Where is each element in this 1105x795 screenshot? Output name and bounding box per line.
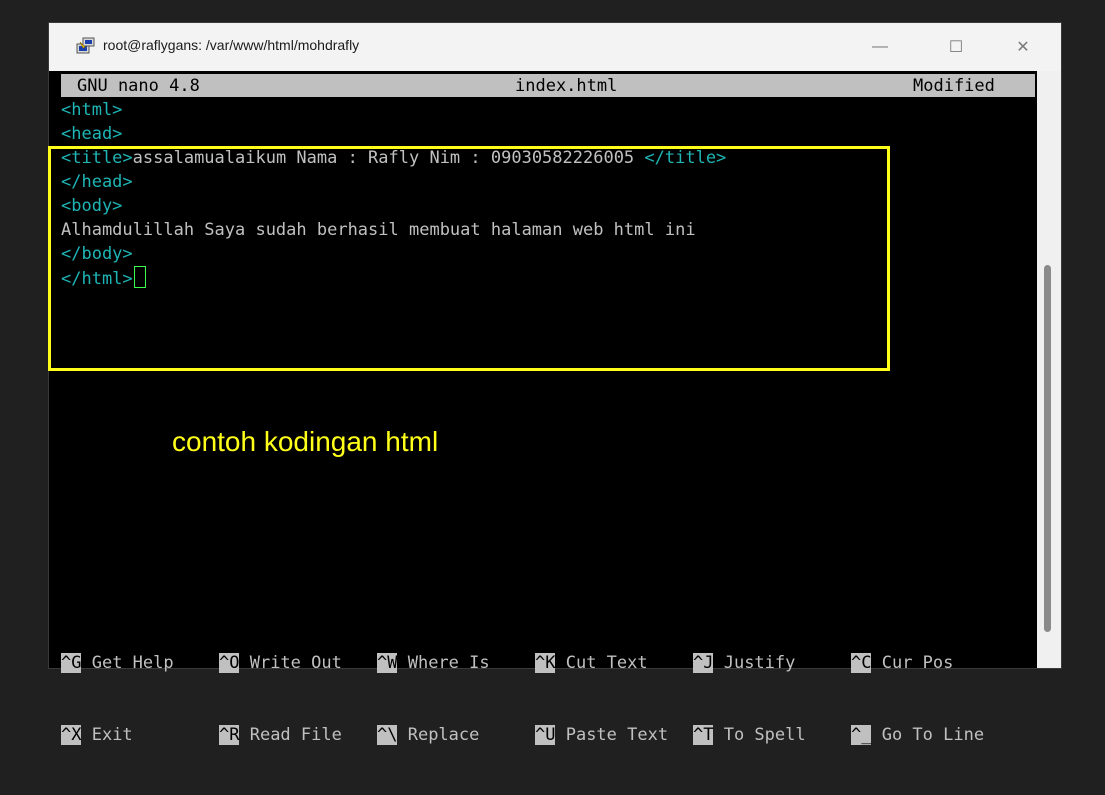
shortcut-key: ^O [219, 653, 240, 673]
title-bar[interactable]: root@raflygans: /var/www/html/mohdrafly … [49, 23, 1061, 71]
shortcut-label: Paste Text [555, 725, 669, 745]
nano-version: GNU nano 4.8 [77, 76, 200, 96]
shortcut-label: Go To Line [871, 725, 985, 745]
shortcut-row-1: ^G Get Help ^O Write Out ^W Where Is ^K Cut… [61, 651, 1035, 675]
shortcut-row-2: ^X Exit ^R Read File ^\ Replace ^U Paste Te… [61, 723, 1035, 747]
editor-line[interactable]: <html> [61, 98, 1031, 122]
shortcut-label: Where Is [397, 653, 490, 673]
shortcut-item: ^_ Go To Line [851, 723, 984, 747]
shortcut-label: Replace [397, 725, 480, 745]
shortcut-key: ^J [693, 653, 714, 673]
maximize-button[interactable]: ☐ [933, 23, 979, 71]
shortcut-label: Cur Pos [871, 653, 954, 673]
close-button[interactable]: ✕ [1000, 23, 1046, 71]
terminal-area[interactable]: GNU nano 4.8 index.html Modified <html> <… [48, 71, 1037, 745]
terminal-window: root@raflygans: /var/www/html/mohdrafly … [48, 23, 1061, 745]
annotation-label: contoh kodingan html [172, 426, 439, 457]
shortcut-key: ^T [693, 725, 714, 745]
minimize-button[interactable]: — [857, 23, 903, 71]
shortcut-key: ^\ [377, 725, 398, 745]
nano-status: Modified [913, 76, 995, 96]
highlight-box [48, 146, 890, 371]
shortcut-item: ^O Write Out [219, 651, 342, 675]
shortcut-label: To Spell [713, 725, 806, 745]
shortcut-item: ^C Cur Pos [851, 651, 953, 675]
shortcut-key: ^W [377, 653, 398, 673]
html-tag-token: <html> [61, 100, 123, 120]
editor-line[interactable]: <head> [61, 122, 1031, 146]
nano-filename: index.html [515, 76, 618, 96]
shortcut-item: ^T To Spell [693, 723, 806, 747]
shortcut-label: Read File [239, 725, 342, 745]
shortcut-item: ^\ Replace [377, 723, 479, 747]
shortcut-key: ^K [535, 653, 556, 673]
shortcut-label: Exit [81, 725, 133, 745]
shortcut-label: Cut Text [555, 653, 648, 673]
putty-icon [76, 37, 95, 54]
window-title: root@raflygans: /var/www/html/mohdrafly [103, 37, 360, 53]
vertical-scrollbar[interactable] [1037, 71, 1061, 668]
shortcut-key: ^R [219, 725, 240, 745]
shortcut-key: ^X [61, 725, 82, 745]
shortcut-item: ^K Cut Text [535, 651, 648, 675]
shortcut-item: ^J Justify [693, 651, 795, 675]
shortcut-item: ^X Exit [61, 723, 133, 747]
html-tag-token: <head> [61, 124, 123, 144]
shortcut-item: ^U Paste Text [535, 723, 668, 747]
scrollbar-thumb[interactable] [1044, 265, 1051, 632]
shortcut-label: Justify [713, 653, 796, 673]
shortcut-item: ^R Read File [219, 723, 342, 747]
shortcut-bar: ^G Get Help ^O Write Out ^W Where Is ^K Cut… [61, 603, 1035, 795]
nano-header-bar: GNU nano 4.8 index.html Modified [61, 74, 1035, 97]
shortcut-item: ^G Get Help [61, 651, 174, 675]
shortcut-label: Get Help [81, 653, 174, 673]
shortcut-key: ^C [851, 653, 872, 673]
shortcut-key: ^_ [851, 725, 872, 745]
shortcut-label: Write Out [239, 653, 342, 673]
shortcut-key: ^U [535, 725, 556, 745]
shortcut-key: ^G [61, 653, 82, 673]
shortcut-item: ^W Where Is [377, 651, 490, 675]
